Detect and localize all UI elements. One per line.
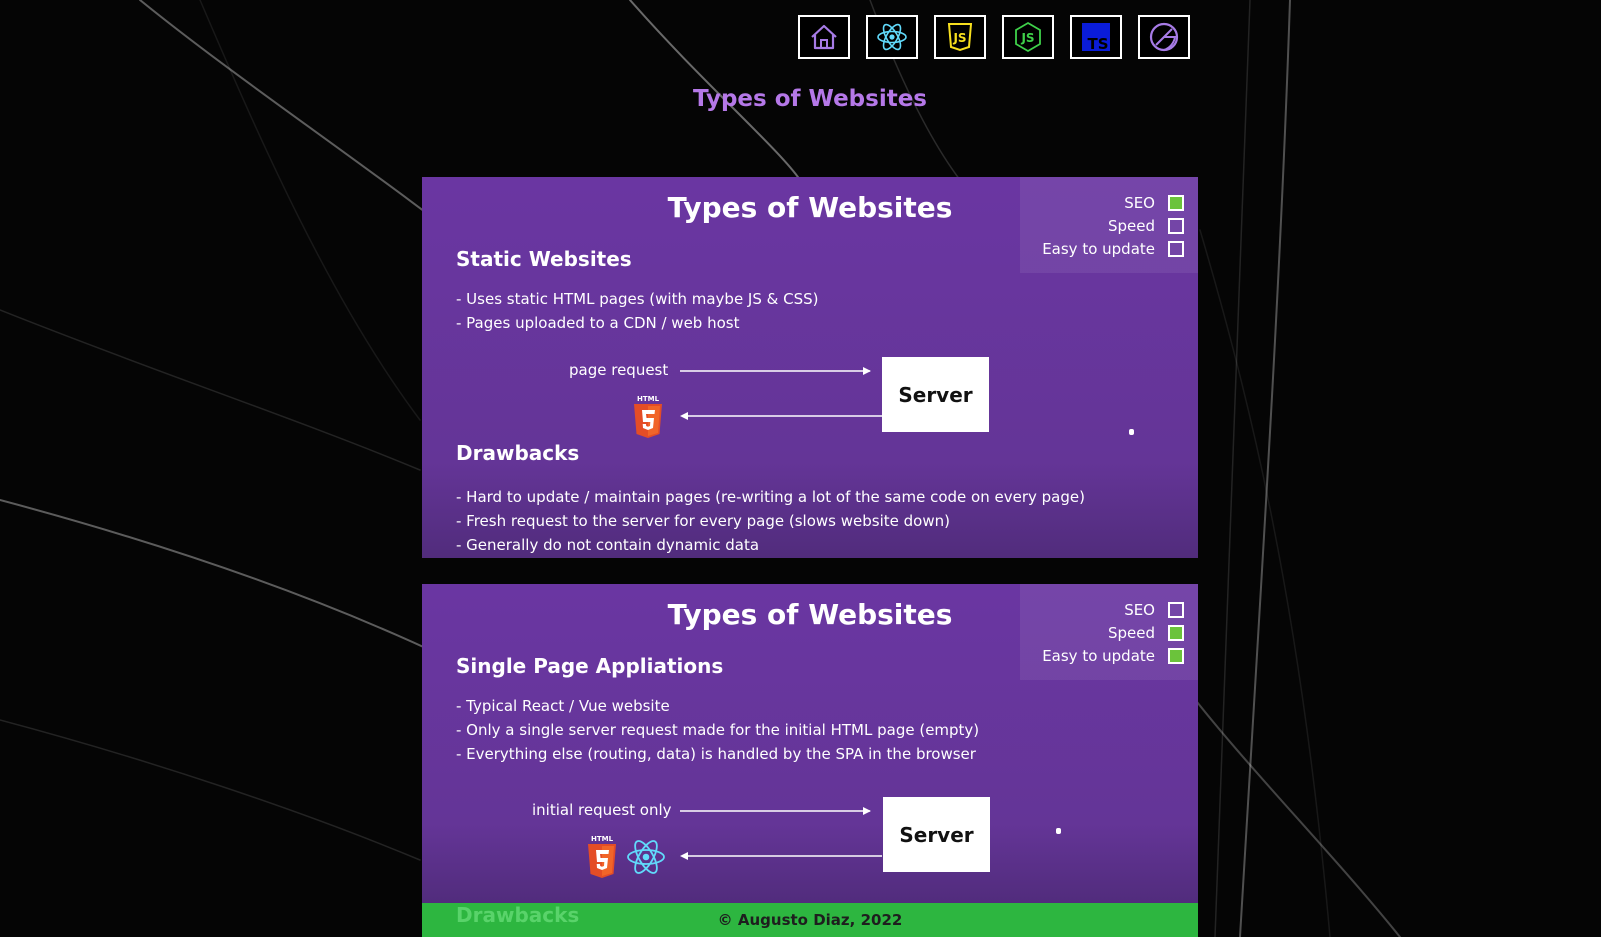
html5-icon-text: HTML (637, 395, 660, 403)
copyright-text: © Augusto Diaz, 2022 (717, 911, 903, 929)
bullet-item: - Fresh request to the server for every … (456, 512, 950, 530)
nodejs-icon-text: JS (1020, 31, 1034, 45)
bullet-item: - Generally do not contain dynamic data (456, 536, 760, 554)
js-icon: JS (947, 23, 973, 52)
home-icon (811, 24, 837, 50)
slide-single-page-applications: Types of Websites SEO Speed Easy to upda… (422, 584, 1198, 904)
footer: Drawbacks © Augusto Diaz, 2022 (422, 903, 1198, 937)
html5-icon-text: HTML (591, 835, 614, 843)
react-icon (877, 23, 907, 51)
nav-javascript-button[interactable]: JS (934, 15, 986, 59)
js-icon-text: JS (952, 31, 966, 45)
nav-home-button[interactable] (798, 15, 850, 59)
drawbacks-heading: Drawbacks (456, 441, 580, 465)
html5-icon: HTML (588, 835, 616, 878)
typescript-icon: TS (1082, 23, 1110, 53)
request-arrows (680, 807, 882, 860)
nodejs-icon: JS (1015, 21, 1041, 53)
nav-typescript-button[interactable]: TS (1070, 15, 1122, 59)
server-box: Server (882, 357, 989, 432)
bullet-item: - Hard to update / maintain pages (re-wr… (456, 488, 1085, 506)
cursor-icon (1129, 429, 1134, 435)
request-arrows (680, 367, 882, 420)
slide-static-websites: Types of Websites SEO Speed Easy to upda… (422, 177, 1198, 558)
server-box: Server (883, 797, 990, 872)
html5-icon: HTML (634, 395, 662, 438)
cursor-icon (1056, 828, 1061, 834)
nav-nodejs-button[interactable]: JS (1002, 15, 1054, 59)
page-title: Types of Websites (693, 86, 927, 112)
typescript-icon-text: TS (1087, 35, 1108, 53)
nav-gatsby-button[interactable] (1138, 15, 1190, 59)
react-logo-icon (627, 840, 665, 874)
drawbacks-list: - Hard to update / maintain pages (re-wr… (456, 485, 1085, 557)
tech-nav: JS JS TS (798, 15, 1190, 59)
nav-react-button[interactable] (866, 15, 918, 59)
gatsby-icon (1149, 22, 1179, 52)
